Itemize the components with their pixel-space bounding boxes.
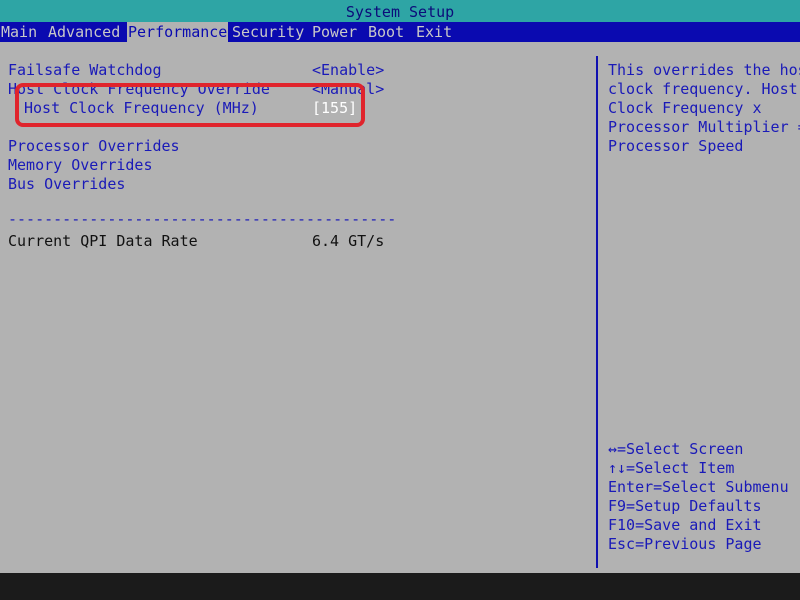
key-select-submenu: Enter=Select Submenu (608, 478, 789, 496)
submenu-memory-overrides-label: Memory Overrides (8, 156, 153, 174)
menu-advanced[interactable]: Advanced (47, 22, 121, 42)
submenu-processor-overrides-label: Processor Overrides (8, 137, 180, 155)
key-save-exit: F10=Save and Exit (608, 516, 762, 534)
key-select-item: ↑↓=Select Item (608, 459, 735, 477)
qpi-value-text: 6.4 GT/s (312, 232, 385, 250)
failsafe-watchdog-value[interactable]: <Enable> (312, 61, 384, 80)
info-row-qpi: Current QPI Data Rate (8, 232, 198, 251)
panel-divider (596, 56, 598, 568)
failsafe-watchdog-value-text: <Enable> (312, 61, 385, 79)
key-previous-page: Esc=Previous Page (608, 535, 762, 553)
qpi-label: Current QPI Data Rate (8, 232, 198, 250)
help-line: This overrides the host (608, 61, 800, 79)
menu-performance[interactable]: Performance (127, 22, 229, 42)
help-panel: This overrides the host clock frequency.… (608, 61, 800, 156)
section-separator: ----------------------------------------… (8, 210, 396, 228)
help-line: Processor Multiplier = (608, 118, 800, 136)
window-title: System Setup (345, 3, 455, 21)
bios-screen: System Setup Main Advanced Performance S… (0, 0, 800, 573)
red-highlight-annotation (15, 83, 365, 127)
qpi-value: 6.4 GT/s (312, 232, 384, 251)
menu-security[interactable]: Security (231, 22, 305, 42)
setting-row-failsafe-watchdog[interactable]: Failsafe Watchdog (8, 61, 162, 80)
title-bar: System Setup (0, 0, 800, 22)
help-line: Clock Frequency x (608, 99, 762, 117)
failsafe-watchdog-label: Failsafe Watchdog (8, 61, 162, 79)
key-select-screen: ↔=Select Screen (608, 440, 744, 458)
submenu-bus-overrides-label: Bus Overrides (8, 175, 126, 193)
menu-main[interactable]: Main (0, 22, 38, 42)
help-line: Processor Speed (608, 137, 744, 155)
submenu-memory-overrides[interactable]: Memory Overrides (8, 156, 153, 175)
menu-exit[interactable]: Exit (415, 22, 453, 42)
help-line: clock frequency. Host (608, 80, 798, 98)
menu-power[interactable]: Power (311, 22, 358, 42)
screen-border (0, 573, 800, 600)
submenu-bus-overrides[interactable]: Bus Overrides (8, 175, 125, 194)
menu-boot[interactable]: Boot (367, 22, 405, 42)
menu-bar: Main Advanced Performance Security Power… (0, 22, 800, 42)
key-setup-defaults: F9=Setup Defaults (608, 497, 762, 515)
submenu-processor-overrides[interactable]: Processor Overrides (8, 137, 180, 156)
key-legend: ↔=Select Screen ↑↓=Select Item Enter=Sel… (608, 440, 798, 554)
